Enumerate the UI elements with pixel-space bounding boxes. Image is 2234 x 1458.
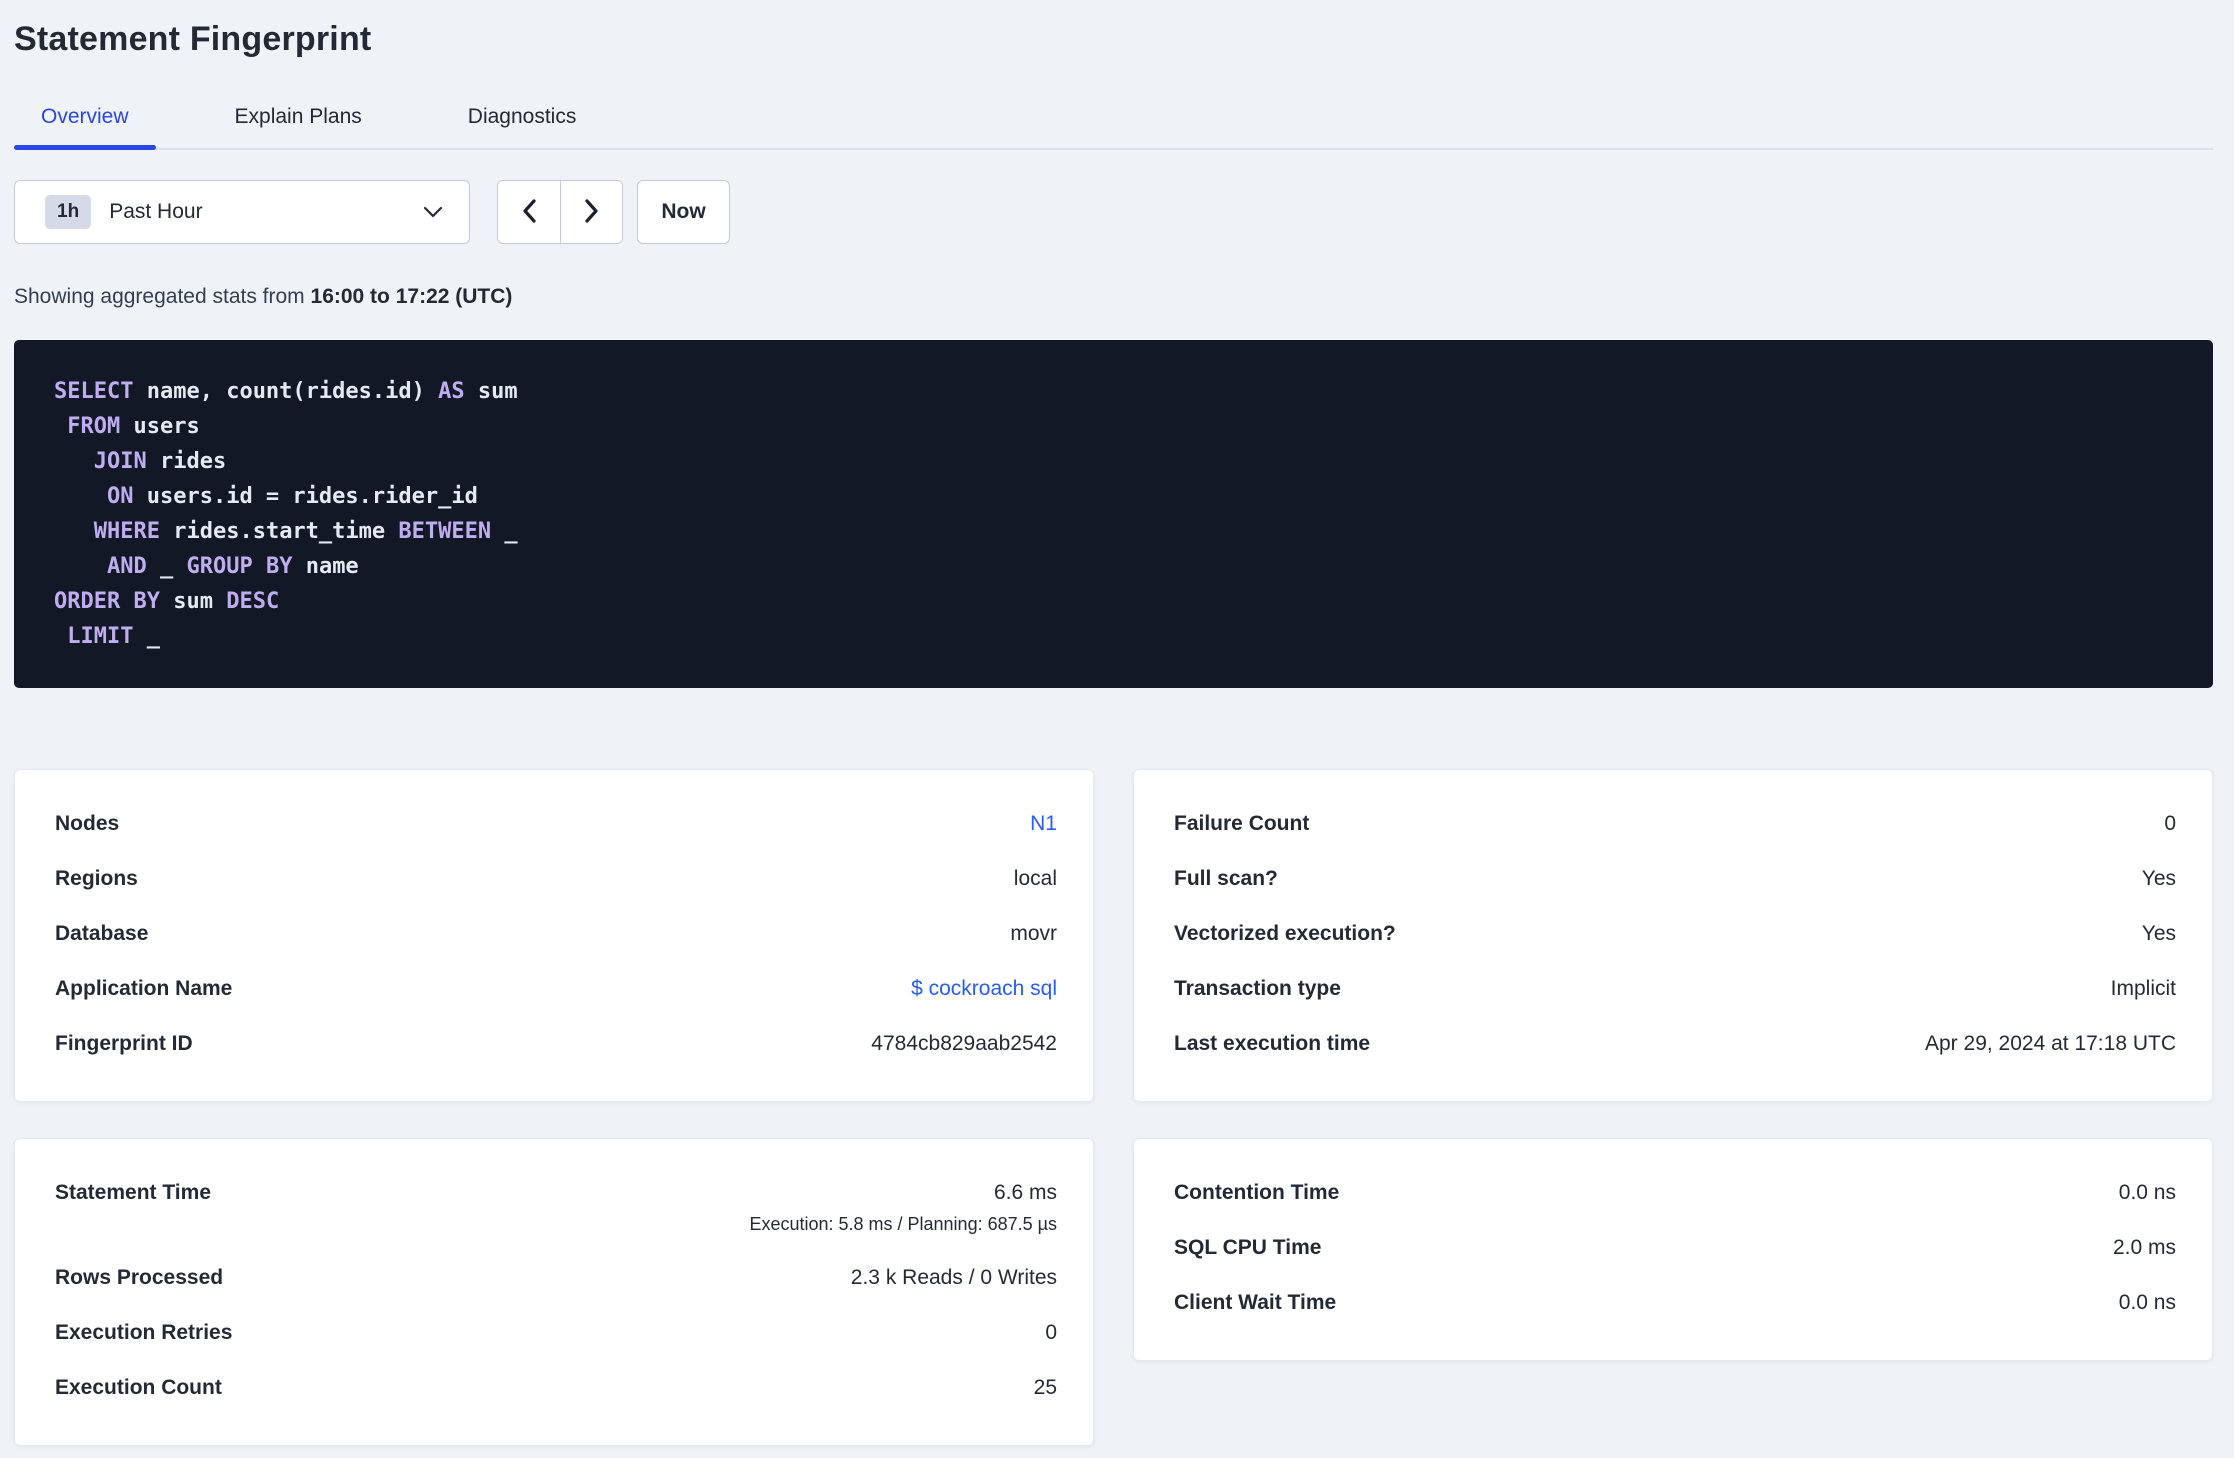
sql-line: ORDER BY sum DESC <box>54 589 280 614</box>
stat-value-link[interactable]: N1 <box>1030 812 1057 835</box>
stat-row: Database movr <box>55 906 1057 961</box>
time-range-dropdown[interactable]: 1h Past Hour <box>14 180 470 244</box>
stat-row: Application Name $ cockroach sql <box>55 961 1057 1016</box>
tab-diagnostics[interactable]: Diagnostics <box>441 104 604 148</box>
stat-row: SQL CPU Time 2.0 ms <box>1174 1220 2176 1275</box>
stat-value: $ cockroach sql <box>911 975 1057 1002</box>
stat-value: Yes <box>2141 922 2176 945</box>
stat-value: Implicit <box>2110 977 2176 1000</box>
stat-label: Application Name <box>55 977 233 1000</box>
time-nav-group <box>497 180 623 244</box>
chevron-left-icon <box>520 198 538 227</box>
stat-row: Last execution time Apr 29, 2024 at 17:18… <box>1174 1016 2176 1071</box>
aggregated-stats-line: Showing aggregated stats from 16:00 to 1… <box>14 284 2213 310</box>
tab-overview[interactable]: Overview <box>14 104 156 150</box>
stat-label: Failure Count <box>1174 812 1310 835</box>
stat-value: 6.6 ms Execution: 5.8 ms / Planning: 687.… <box>749 1181 1057 1234</box>
stat-value: 2.3 k Reads / 0 Writes <box>850 1266 1057 1289</box>
stat-value: 0.0 ns <box>2118 1181 2176 1204</box>
stat-label: Rows Processed <box>55 1266 224 1289</box>
wait-time-card: Contention Time 0.0 ns SQL CPU Time 2.0 ms C… <box>1133 1138 2213 1361</box>
stat-label: Nodes <box>55 812 120 835</box>
stat-label: Statement Time <box>55 1181 211 1204</box>
stat-label: Regions <box>55 867 138 890</box>
chevron-down-icon <box>423 206 443 218</box>
tab-bar: Overview Explain Plans Diagnostics <box>14 104 2213 150</box>
stat-label: Execution Count <box>55 1376 222 1399</box>
execution-attributes-card: Failure Count 0 Full scan? Yes Vectorized ex… <box>1133 769 2213 1102</box>
stat-value: Yes <box>2141 867 2176 890</box>
stat-value-link[interactable]: $ cockroach sql <box>911 977 1057 1000</box>
page-title: Statement Fingerprint <box>14 20 372 58</box>
stat-value: 25 <box>1033 1376 1057 1399</box>
stats-line-prefix: Showing aggregated stats from <box>14 285 311 308</box>
now-button[interactable]: Now <box>637 180 730 244</box>
stat-value: 0.0 ns <box>2118 1291 2176 1314</box>
sql-line: SELECT name, count(rides.id) AS sum <box>54 379 518 404</box>
stat-row: Vectorized execution? Yes <box>1174 906 2176 961</box>
stat-row: Client Wait Time 0.0 ns <box>1174 1275 2176 1330</box>
time-range-label: Past Hour <box>109 200 203 223</box>
stat-label: Vectorized execution? <box>1174 922 1396 945</box>
next-time-button[interactable] <box>560 181 622 243</box>
stat-row: Statement Time 6.6 ms Execution: 5.8 ms / … <box>55 1165 1057 1250</box>
stat-label: Execution Retries <box>55 1321 233 1344</box>
stat-value: 2.0 ms <box>2112 1236 2176 1259</box>
stat-value: Apr 29, 2024 at 17:18 UTC <box>1925 1032 2176 1055</box>
stat-value: movr <box>1010 922 1057 945</box>
stat-value: 0 <box>2164 812 2176 835</box>
stat-row: Nodes N1 <box>55 796 1057 851</box>
stat-label: Full scan? <box>1174 867 1278 890</box>
stat-label: Last execution time <box>1174 1032 1371 1055</box>
stat-row: Regions local <box>55 851 1057 906</box>
stat-label: Fingerprint ID <box>55 1032 193 1055</box>
stat-value: 4784cb829aab2542 <box>871 1032 1057 1055</box>
time-range-badge: 1h <box>45 195 92 229</box>
stat-row: Contention Time 0.0 ns <box>1174 1165 2176 1220</box>
stat-label: Transaction type <box>1174 977 1341 1000</box>
statement-fingerprint-page: Statement Fingerprint Overview Explain Pl… <box>0 0 2234 1446</box>
stat-row: Transaction type Implicit <box>1174 961 2176 1016</box>
summary-cards-grid: Nodes N1 Regions local Database movr Applicati… <box>14 769 2213 1446</box>
stat-row: Fingerprint ID 4784cb829aab2542 <box>55 1016 1057 1071</box>
sql-statement-box: SELECT name, count(rides.id) AS sum FROM… <box>14 340 2213 688</box>
prev-time-button[interactable] <box>498 181 560 243</box>
sql-line: AND _ GROUP BY name <box>106 554 359 579</box>
stat-value: N1 <box>1030 810 1057 837</box>
stat-row: Execution Retries 0 <box>55 1305 1057 1360</box>
stat-label: Contention Time <box>1174 1181 1340 1204</box>
chevron-right-icon <box>583 198 601 227</box>
time-picker-controls: 1h Past Hour Now <box>14 180 2213 244</box>
stat-row: Failure Count 0 <box>1174 796 2176 851</box>
stat-value: local <box>1013 867 1057 890</box>
stat-label: Database <box>55 922 149 945</box>
sql-line: FROM users <box>67 414 200 439</box>
stat-row: Rows Processed 2.3 k Reads / 0 Writes <box>55 1250 1057 1305</box>
sql-line: LIMIT _ <box>67 624 160 649</box>
sql-line: JOIN rides <box>93 449 227 474</box>
stat-row: Full scan? Yes <box>1174 851 2176 906</box>
stat-label: Client Wait Time <box>1174 1291 1337 1314</box>
stat-subvalue: Execution: 5.8 ms / Planning: 687.5 µs <box>749 1214 1057 1234</box>
stat-label: SQL CPU Time <box>1174 1236 1322 1259</box>
statement-performance-card: Statement Time 6.6 ms Execution: 5.8 ms / … <box>14 1138 1094 1446</box>
sql-line: WHERE rides.start_time BETWEEN _ <box>93 519 518 544</box>
tab-explain-plans[interactable]: Explain Plans <box>208 104 389 148</box>
stats-line-range: 16:00 to 17:22 (UTC) <box>310 285 513 308</box>
overview-details-card: Nodes N1 Regions local Database movr Applicati… <box>14 769 1094 1102</box>
sql-line: ON users.id = rides.rider_id <box>106 484 478 509</box>
stat-value: 0 <box>1045 1321 1057 1344</box>
stat-row: Execution Count 25 <box>55 1360 1057 1415</box>
